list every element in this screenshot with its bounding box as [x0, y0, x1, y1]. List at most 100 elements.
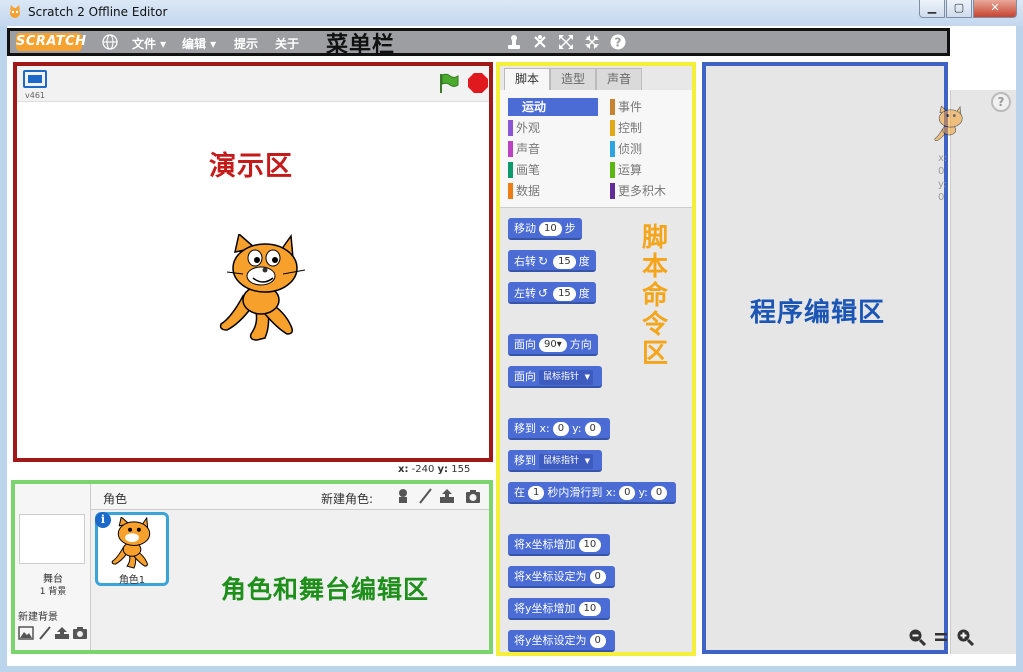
block-go-to[interactable]: 移到 鼠标指针	[508, 450, 603, 472]
block-turn-left[interactable]: 左转 ↺ 15 度	[508, 282, 596, 304]
upload-sprite-icon[interactable]	[439, 488, 455, 504]
zoom-out-icon[interactable]	[908, 628, 926, 646]
paint-sprite-icon[interactable]	[417, 488, 433, 504]
block-input[interactable]: 15	[553, 255, 576, 269]
menu-about[interactable]: 关于	[275, 35, 299, 52]
category-sound[interactable]: 声音	[508, 140, 598, 158]
category-control[interactable]: 控制	[610, 119, 700, 137]
duplicate-stamp-icon[interactable]	[506, 34, 522, 50]
x-label: x:	[398, 464, 409, 475]
block-input[interactable]: 0	[552, 422, 570, 436]
upload-icon[interactable]	[54, 626, 70, 640]
block-input[interactable]: 0	[589, 634, 606, 648]
category-more-blocks[interactable]: 更多积木	[610, 182, 700, 200]
block-text: 方向	[569, 338, 592, 351]
block-go-to-xy[interactable]: 移到 x: 0 y: 0	[508, 418, 610, 440]
category-events[interactable]: 事件	[610, 98, 700, 116]
tab-sounds[interactable]: 声音	[596, 68, 643, 90]
menu-file[interactable]: 文件 ▾	[132, 35, 166, 52]
scratch-cat-icon	[10, 5, 20, 18]
block-move-steps[interactable]: 移动 10 步	[508, 218, 582, 240]
camera-icon[interactable]	[72, 626, 88, 640]
sprite-x-readout: x: 0	[938, 153, 948, 177]
new-sprite-label: 新建角色:	[321, 492, 374, 506]
block-text: 将y坐标增加	[514, 602, 576, 615]
block-text: 在	[514, 486, 525, 499]
block-input[interactable]: 0	[650, 486, 668, 500]
block-text: 移动	[514, 222, 536, 235]
grow-icon[interactable]	[558, 34, 574, 50]
block-set-x[interactable]: 将x坐标设定为 0	[508, 566, 615, 588]
block-glide[interactable]: 在 1 秒内滑行到 x: 0 y: 0	[508, 482, 677, 504]
block-text: 将x坐标设定为	[514, 570, 587, 583]
block-text: 面向	[514, 338, 536, 351]
block-input[interactable]: 0	[589, 570, 606, 584]
script-annotation: 程序编辑区	[750, 298, 886, 328]
paint-brush-icon[interactable]	[37, 626, 53, 640]
current-sprite-thumbnail	[934, 105, 963, 142]
block-input[interactable]: 90▾	[539, 338, 567, 352]
maximize-button[interactable]: ▢	[946, 0, 972, 18]
block-change-y[interactable]: 将y坐标增加 10	[508, 598, 611, 620]
block-input[interactable]: 10	[578, 538, 602, 552]
category-looks[interactable]: 外观	[508, 119, 598, 137]
block-point-direction[interactable]: 面向 90▾ 方向	[508, 334, 598, 356]
fullscreen-icon[interactable]	[23, 70, 47, 88]
rotate-right-icon: ↻	[538, 254, 549, 268]
block-text: 右转	[514, 255, 536, 268]
new-backdrop-label: 新建背景	[18, 612, 58, 623]
category-operators[interactable]: 运算	[610, 161, 700, 179]
stage-thumbnail[interactable]	[19, 514, 85, 564]
block-input[interactable]: 0	[619, 486, 636, 500]
sprite-cat-image[interactable]	[213, 234, 313, 344]
block-text: 左转	[514, 287, 536, 300]
zoom-reset-icon[interactable]	[932, 628, 950, 646]
sprite-info-icon[interactable]: i	[95, 512, 111, 528]
zoom-in-icon[interactable]	[956, 628, 974, 646]
block-set-y[interactable]: 将y坐标设定为 0	[508, 630, 615, 652]
block-input[interactable]: 10	[539, 222, 562, 236]
stage-panel[interactable]: v461 演示区	[13, 62, 493, 462]
minimize-button[interactable]: ▁	[919, 0, 945, 18]
help-icon[interactable]: ?	[610, 34, 626, 50]
close-button[interactable]: ✕	[973, 0, 1017, 18]
scratch-logo[interactable]: SCRATCH	[16, 33, 86, 51]
shrink-icon[interactable]	[584, 34, 600, 50]
block-turn-right[interactable]: 右转 ↻ 15 度	[508, 250, 596, 272]
sprite-tile[interactable]: i 角色1	[95, 512, 169, 586]
window-title: Scratch 2 Offline Editor	[28, 5, 168, 19]
category-motion[interactable]: 运动	[508, 98, 598, 116]
block-dropdown[interactable]: 鼠标指针	[539, 454, 594, 469]
block-dropdown[interactable]: 鼠标指针	[539, 370, 594, 385]
block-text: 秒内滑行到 x:	[547, 486, 617, 499]
script-area[interactable]: x: 0 y: 0 程序编辑区	[702, 62, 974, 654]
block-change-x[interactable]: 将x坐标增加 10	[508, 534, 611, 556]
block-input[interactable]: 0	[584, 422, 601, 436]
sprite-pane: 舞台 1 背景 新建背景 角色 新建角色: i 角色1 角色和舞台编辑区	[11, 480, 493, 654]
block-text: y:	[638, 486, 648, 499]
globe-icon[interactable]	[102, 34, 118, 50]
block-point-towards[interactable]: 面向 鼠标指针	[508, 366, 603, 388]
tab-costumes[interactable]: 造型	[550, 68, 597, 90]
cut-scissors-icon[interactable]	[532, 34, 548, 50]
menubar-annotation: 菜单栏	[326, 33, 396, 58]
category-data[interactable]: 数据	[508, 182, 598, 200]
stage-name: 舞台	[43, 574, 63, 585]
block-input[interactable]: 15	[553, 287, 576, 301]
green-flag-icon[interactable]	[437, 72, 459, 94]
category-pen[interactable]: 画笔	[508, 161, 598, 179]
script-help-icon[interactable]: ?	[991, 92, 1011, 112]
menu-edit[interactable]: 编辑 ▾	[182, 35, 216, 52]
paint-backdrop-library-icon[interactable]	[18, 626, 34, 640]
palette-annotation: 脚本命令区	[641, 223, 668, 369]
menu-tips[interactable]: 提示	[234, 35, 258, 52]
block-input[interactable]: 10	[578, 602, 602, 616]
stop-icon[interactable]	[467, 72, 489, 94]
block-input[interactable]: 1	[528, 486, 545, 500]
category-panel: 运动 外观 声音 画笔 数据 事件 控制 侦测 运算 更多积木	[500, 90, 692, 208]
category-sensing[interactable]: 侦测	[610, 140, 700, 158]
tab-scripts[interactable]: 脚本	[504, 68, 551, 90]
camera-sprite-icon[interactable]	[465, 488, 481, 504]
stage-coordinates: x: -240 y: 155	[398, 464, 470, 475]
sprite-library-icon[interactable]	[395, 488, 411, 504]
